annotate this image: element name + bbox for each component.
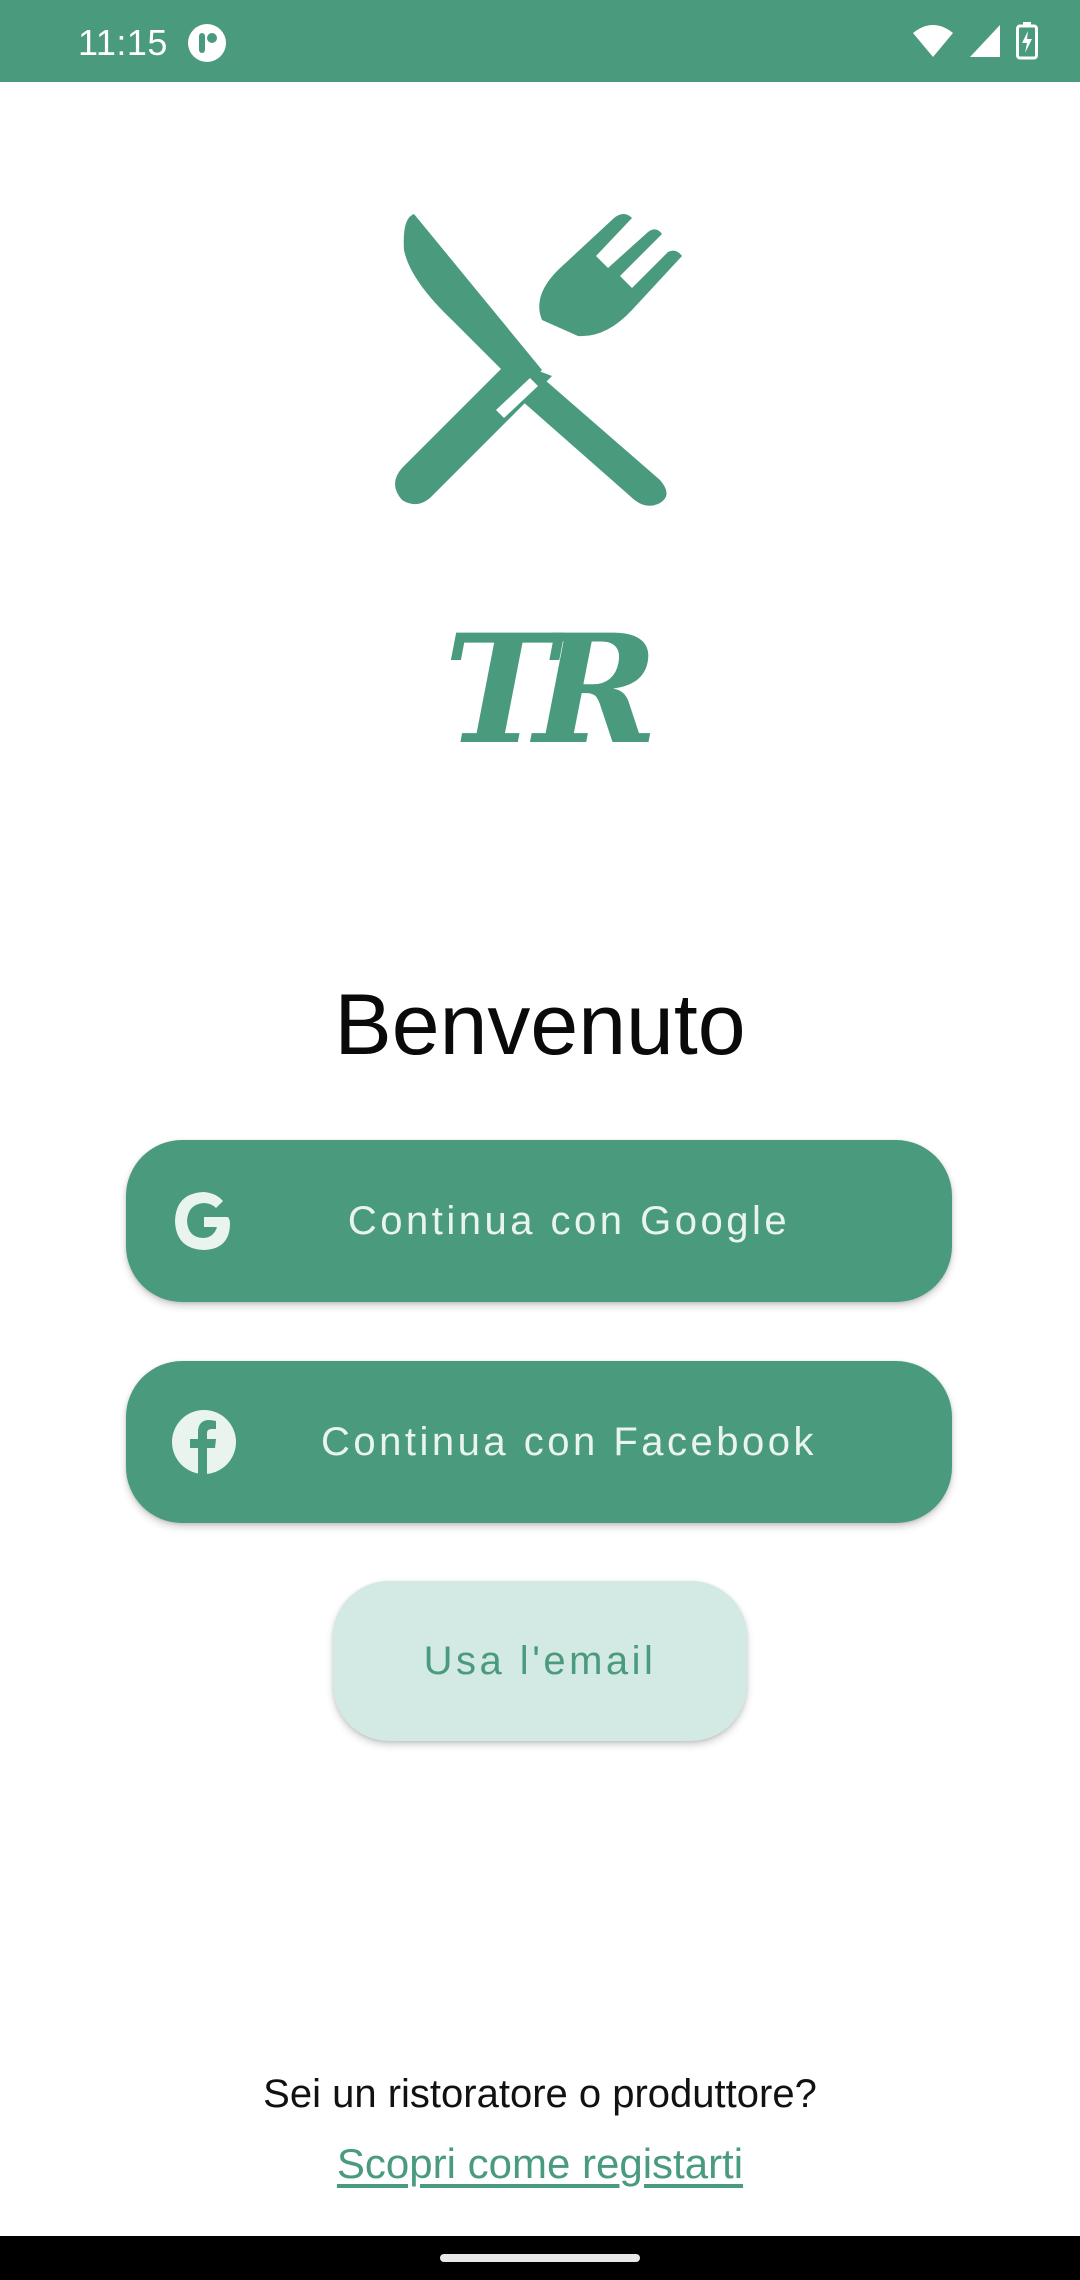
signal-icon: [970, 25, 1000, 57]
app-notification-icon: [188, 24, 226, 62]
email-signin-button[interactable]: Usa l'email: [333, 1581, 747, 1741]
facebook-button-label: Continua con Facebook: [321, 1419, 817, 1464]
navigation-bar: [0, 2236, 1080, 2280]
cutlery-icon: [395, 214, 682, 506]
battery-charging-icon: [1016, 22, 1038, 60]
login-screen: 11:15 TR Benvenuto Continua con Google C…: [0, 0, 1080, 2280]
google-signin-button[interactable]: Continua con Google: [126, 1140, 952, 1302]
wifi-icon: [913, 25, 953, 57]
google-button-label: Continua con Google: [347, 1198, 791, 1243]
gesture-handle[interactable]: [440, 2254, 640, 2262]
status-icons: [912, 22, 1038, 60]
restaurateur-question: Sei un ristoratore o produttore?: [263, 2072, 817, 2116]
register-link[interactable]: Scopri come registarti: [0, 2136, 1080, 2192]
app-monogram: TR: [443, 602, 658, 778]
page-title: Benvenuto: [334, 977, 746, 1073]
status-bar: 11:15: [0, 0, 1080, 82]
status-time: 11:15: [78, 22, 168, 63]
facebook-signin-button[interactable]: Continua con Facebook: [126, 1361, 952, 1523]
